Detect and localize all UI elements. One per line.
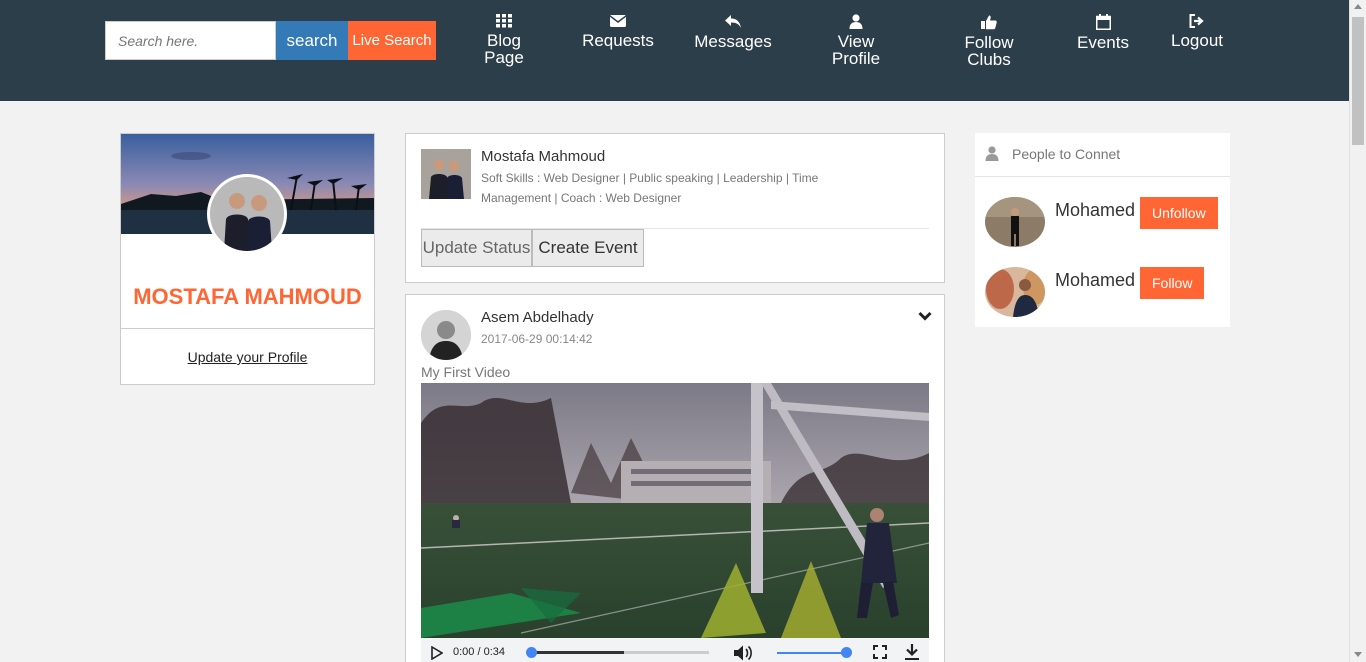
divider xyxy=(121,328,374,329)
video-controls: 0:00 / 0:34 xyxy=(421,638,929,662)
scroll-up-arrow-icon[interactable] xyxy=(1354,4,1362,9)
status-avatar xyxy=(421,149,471,199)
nav-requests[interactable]: Requests xyxy=(578,14,658,49)
live-search-button[interactable]: Live Search xyxy=(348,21,436,60)
nav-label-line1: Follow xyxy=(964,33,1014,52)
nav-label-line2: Profile xyxy=(831,49,881,68)
post-caption: My First Video xyxy=(421,364,511,380)
unfollow-button[interactable]: Unfollow xyxy=(1140,197,1218,229)
logout-icon xyxy=(1189,14,1204,28)
list-item: Mohamed Unfollow xyxy=(975,197,1230,257)
scroll-thumb[interactable] xyxy=(1352,17,1364,145)
post-author-name: Asem Abdelhady xyxy=(481,309,594,326)
status-user-name: Mostafa Mahmoud xyxy=(481,148,606,165)
volume-thumb[interactable] xyxy=(841,647,852,658)
people-card-title: People to Connet xyxy=(1012,146,1121,162)
page-scrollbar[interactable] xyxy=(1349,0,1366,662)
video-player[interactable] xyxy=(421,383,929,638)
update-status-button[interactable]: Update Status xyxy=(421,229,532,267)
volume-slider[interactable] xyxy=(777,652,847,654)
nav-label-line1: View xyxy=(837,32,875,51)
nav-view-profile[interactable]: View Profile xyxy=(826,14,886,67)
create-event-button[interactable]: Create Event xyxy=(532,229,644,267)
nav-follow-clubs[interactable]: Follow Clubs xyxy=(960,14,1018,68)
seek-bar[interactable] xyxy=(531,651,709,654)
search-button[interactable]: search xyxy=(276,21,348,60)
status-card: Mostafa Mahmoud Soft Skills : Web Design… xyxy=(405,133,945,283)
user-icon xyxy=(985,146,999,161)
search-input[interactable] xyxy=(105,21,276,60)
post-author-avatar xyxy=(421,310,471,360)
top-navbar: search Live Search Blog Page Requests Me… xyxy=(0,0,1349,101)
skills-line: Soft Skills : Web Designer | Public spea… xyxy=(481,171,819,185)
profile-name: MOSTAFA MAHMOUD xyxy=(133,284,362,309)
avatar xyxy=(985,267,1045,317)
nav-label-line1: Logout xyxy=(1171,31,1223,50)
nav-label-line1: Requests xyxy=(582,31,654,50)
thumbs-up-icon xyxy=(981,15,997,30)
list-item: Mohamed Follow xyxy=(975,267,1230,327)
avatar xyxy=(985,197,1045,247)
envelope-icon xyxy=(610,15,626,27)
profile-card: MOSTAFA MAHMOUD Update your Profile xyxy=(120,133,375,385)
user-icon xyxy=(849,14,863,29)
profile-avatar xyxy=(207,174,287,254)
status-skills: Soft Skills : Web Designer | Public spea… xyxy=(481,168,861,208)
nav-label-line2: Clubs xyxy=(967,50,1011,69)
person-name: Mohamed xyxy=(1055,200,1136,220)
scroll-down-arrow-icon[interactable] xyxy=(1354,652,1362,657)
skills-line: Management | Coach : Web Designer xyxy=(481,191,682,205)
update-profile-link[interactable]: Update your Profile xyxy=(121,349,374,365)
download-icon[interactable] xyxy=(905,644,919,660)
nav-blog-page[interactable]: Blog Page xyxy=(478,14,530,66)
reply-icon xyxy=(725,15,741,28)
fullscreen-icon[interactable] xyxy=(873,645,887,659)
people-to-connect-card: People to Connet Mohamed Unfollow Mohame… xyxy=(975,133,1230,327)
nav-label-line2: Page xyxy=(484,48,524,67)
nav-events[interactable]: Events xyxy=(1074,14,1132,51)
nav-label-line1: Messages xyxy=(694,32,772,51)
play-icon[interactable] xyxy=(431,646,443,660)
nav-label-line1: Events xyxy=(1077,33,1129,52)
volume-icon[interactable] xyxy=(733,644,753,662)
seek-buffered xyxy=(531,651,624,654)
seek-thumb[interactable] xyxy=(526,647,537,658)
nav-messages[interactable]: Messages xyxy=(692,14,774,50)
calendar-icon xyxy=(1095,14,1111,30)
chevron-down-icon[interactable] xyxy=(918,311,932,321)
video-time: 0:00 / 0:34 xyxy=(453,646,505,658)
nav-label-line1: Blog xyxy=(486,31,522,50)
post-timestamp: 2017-06-29 00:14:42 xyxy=(481,332,593,346)
follow-button[interactable]: Follow xyxy=(1140,267,1205,299)
nav-logout[interactable]: Logout xyxy=(1166,14,1228,49)
post-card: Asem Abdelhady 2017-06-29 00:14:42 My Fi… xyxy=(405,294,945,662)
person-name: Mohamed xyxy=(1055,270,1136,290)
grid-icon xyxy=(496,14,512,28)
people-card-header: People to Connet xyxy=(975,133,1230,177)
